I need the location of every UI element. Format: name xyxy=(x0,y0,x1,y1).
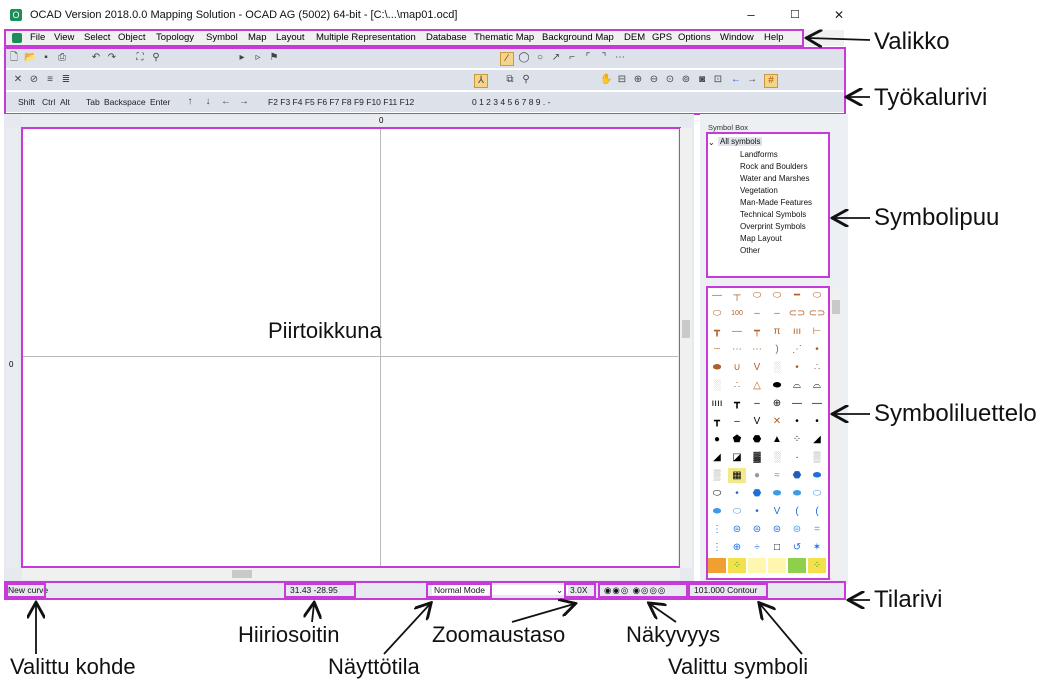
arrow-selected-symbol xyxy=(760,604,803,655)
arrow-menu xyxy=(808,38,871,40)
arrow-mouse-pointer xyxy=(312,604,314,623)
arrow-visibility xyxy=(650,604,677,623)
arrow-zoom-level xyxy=(511,604,574,623)
callout-arrows xyxy=(0,0,871,655)
arrow-display-mode xyxy=(383,604,430,655)
